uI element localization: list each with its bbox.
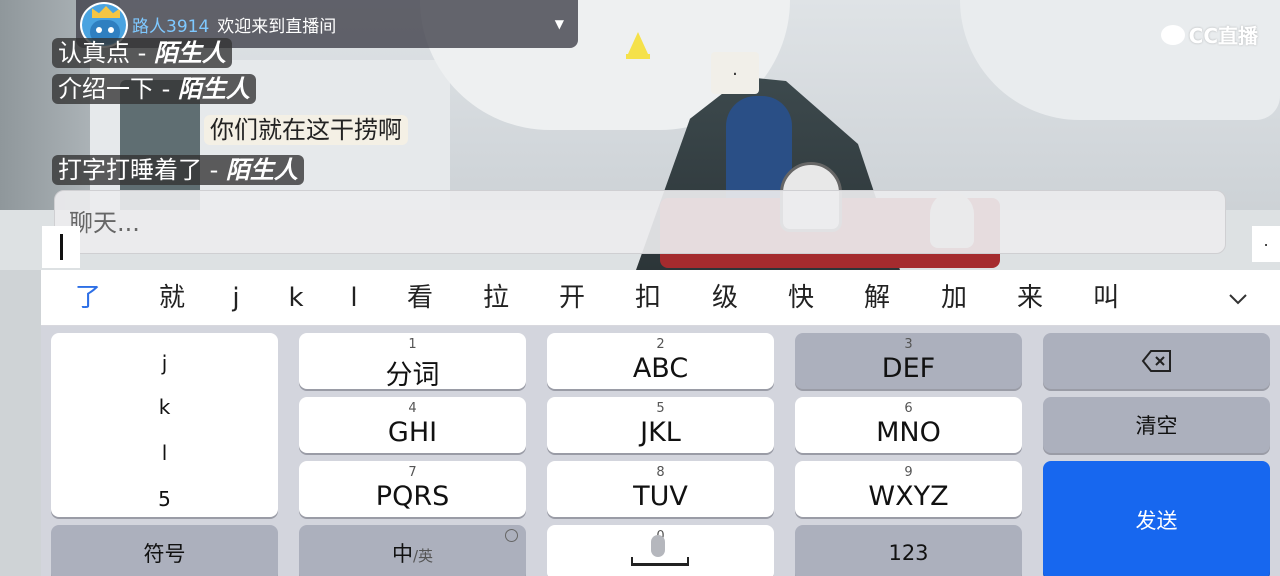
banner-username: 路人3914 — [132, 16, 210, 37]
chat-input[interactable] — [69, 203, 1199, 243]
candidate-item[interactable]: 了 — [58, 270, 118, 326]
side-marker: . — [1252, 226, 1280, 262]
candidate-item[interactable]: 快 — [771, 270, 831, 326]
candidate-item[interactable]: j — [206, 270, 266, 326]
candidate-item[interactable]: 拉 — [466, 270, 526, 326]
backspace-button[interactable] — [1043, 333, 1270, 389]
candidate-item[interactable]: 来 — [1000, 270, 1060, 326]
chat-input-box[interactable] — [54, 190, 1226, 254]
chat-sender: 陌生人 — [225, 156, 298, 184]
send-button[interactable]: 发送 — [1043, 461, 1270, 576]
candidate-item[interactable]: 级 — [695, 270, 755, 326]
key-8[interactable]: 8 TUV — [547, 461, 774, 517]
candidate-item[interactable]: l — [324, 270, 384, 326]
key-3[interactable]: 3 DEF — [795, 333, 1022, 389]
space-bar-icon — [631, 557, 689, 566]
microphone-icon — [651, 535, 665, 557]
key-4[interactable]: 4 GHI — [299, 397, 526, 453]
brand-name: CC直播 — [1188, 24, 1258, 48]
chat-message: 介绍一下 - 陌生人 — [52, 74, 256, 104]
chat-sender: 陌生人 — [177, 75, 250, 103]
chat-message-highlight: 你们就在这干捞啊 — [204, 115, 408, 145]
brand-logo: CC直播 — [1160, 20, 1258, 49]
crown-icon — [92, 6, 120, 18]
chat-sender: 陌生人 — [153, 39, 226, 67]
key-6[interactable]: 6 MNO — [795, 397, 1022, 453]
candidate-item[interactable]: 就 — [142, 270, 202, 326]
candidate-item[interactable]: 叫 — [1076, 270, 1136, 326]
backspace-icon — [1141, 350, 1171, 372]
key-1[interactable]: 1 分词 — [299, 333, 526, 391]
candidate-item[interactable]: k — [266, 270, 326, 326]
chevron-down-icon[interactable] — [1227, 288, 1249, 310]
letter-option[interactable]: 5 — [51, 487, 278, 511]
space-key[interactable]: 0 — [547, 525, 774, 576]
language-switch-key[interactable]: 中/英 — [299, 525, 526, 576]
pinyin-letter-column[interactable]: j k l 5 — [51, 333, 278, 517]
key-9[interactable]: 9 WXYZ — [795, 461, 1022, 517]
candidate-item[interactable]: 开 — [542, 270, 602, 326]
ime-candidate-bar: 了 就 j k l 看 拉 开 扣 级 快 解 加 来 叫 — [41, 270, 1280, 326]
candidate-item[interactable]: 解 — [847, 270, 907, 326]
chat-message: 打字打睡着了 - 陌生人 — [52, 155, 304, 185]
clear-button[interactable]: 清空 — [1043, 397, 1270, 453]
symbols-key[interactable]: 符号 — [51, 525, 278, 576]
chat-message: 认真点 - 陌生人 — [52, 38, 232, 68]
status-badge: . — [711, 52, 759, 94]
candidate-item[interactable]: 加 — [924, 270, 984, 326]
numbers-key[interactable]: 123 — [795, 525, 1022, 576]
candidate-item[interactable]: 看 — [390, 270, 450, 326]
key-2[interactable]: 2 ABC — [547, 333, 774, 389]
scene-cloud — [960, 0, 1280, 120]
dropdown-caret-icon[interactable]: ▼ — [555, 17, 564, 31]
bell-icon — [626, 32, 650, 59]
letter-option[interactable]: l — [51, 441, 278, 465]
globe-icon — [505, 529, 518, 542]
banner-message: 欢迎来到直播间 — [217, 16, 337, 37]
text-cursor — [42, 226, 80, 268]
letter-option[interactable]: j — [51, 351, 278, 375]
key-7[interactable]: 7 PQRS — [299, 461, 526, 517]
letter-option[interactable]: k — [51, 395, 278, 419]
key-5[interactable]: 5 JKL — [547, 397, 774, 453]
ime-keyboard: j k l 5 1 分词 2 ABC 3 DEF 4 GHI 5 JKL 6 M… — [41, 326, 1280, 576]
candidate-item[interactable]: 扣 — [618, 270, 678, 326]
paw-icon — [1160, 24, 1185, 45]
